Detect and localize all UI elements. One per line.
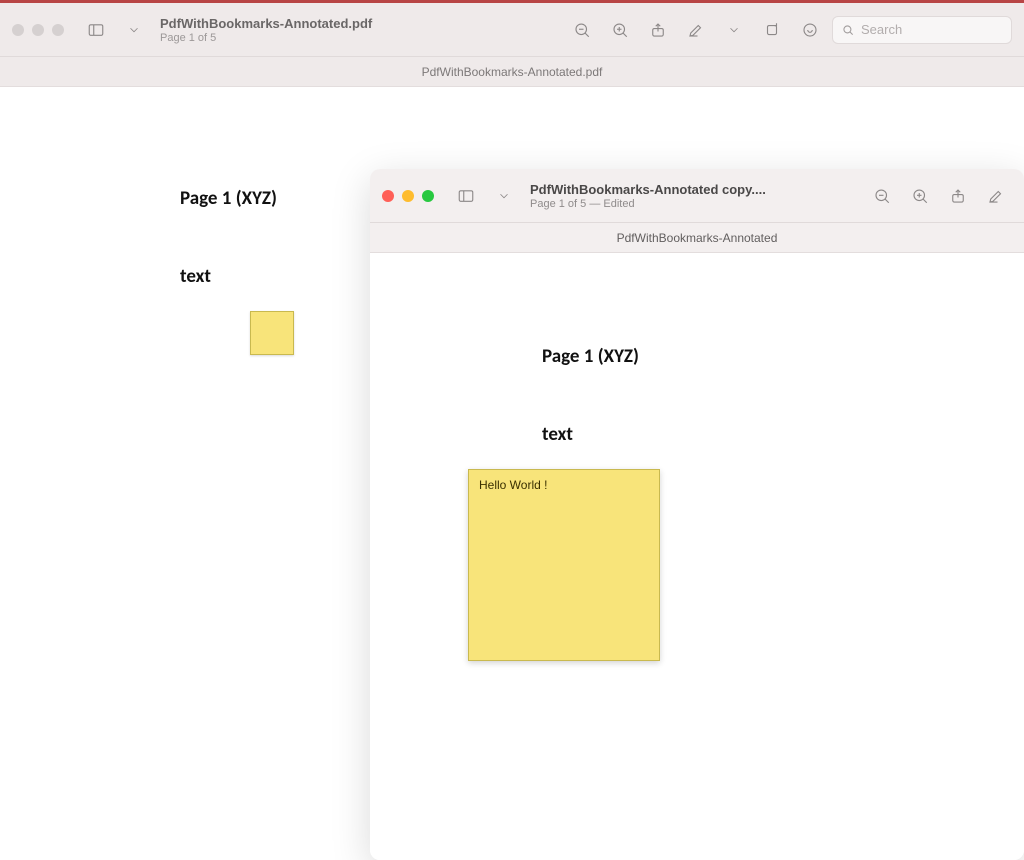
zoom-dot-icon[interactable] (52, 24, 64, 36)
sidebar-toggle-button[interactable] (450, 181, 482, 211)
page-indicator: Page 1 of 5 (160, 32, 372, 44)
markup-button[interactable] (680, 15, 712, 45)
toolbar: PdfWithBookmarks-Annotated.pdf Page 1 of… (0, 3, 1024, 57)
zoom-out-button[interactable] (866, 181, 898, 211)
toolbar-right (566, 15, 1012, 45)
page-heading: Page 1 (XYZ) (180, 187, 277, 210)
page-body-text: text (542, 423, 573, 446)
rotate-button[interactable] (756, 15, 788, 45)
window-title-block: PdfWithBookmarks-Annotated copy.... Page… (530, 182, 766, 210)
page-heading: Page 1 (XYZ) (542, 345, 639, 368)
toolbar-right (866, 181, 1012, 211)
traffic-lights (382, 190, 434, 202)
sidebar-toggle-button[interactable] (80, 15, 112, 45)
minimize-dot-icon[interactable] (402, 190, 414, 202)
zoom-in-button[interactable] (604, 15, 636, 45)
close-dot-icon[interactable] (12, 24, 24, 36)
markup-menu-chevron-icon[interactable] (718, 15, 750, 45)
share-button[interactable] (642, 15, 674, 45)
search-input[interactable] (861, 22, 1001, 37)
markup-button[interactable] (980, 181, 1012, 211)
tab-label[interactable]: PdfWithBookmarks-Annotated (617, 231, 778, 245)
sticky-note-annotation[interactable] (250, 311, 294, 355)
search-field[interactable] (832, 16, 1012, 44)
preview-window-front: PdfWithBookmarks-Annotated copy.... Page… (370, 169, 1024, 860)
sidebar-menu-chevron-icon[interactable] (118, 15, 150, 45)
page-indicator: Page 1 of 5 — Edited (530, 198, 766, 210)
window-title: PdfWithBookmarks-Annotated copy.... (530, 182, 766, 197)
tab-label[interactable]: PdfWithBookmarks-Annotated.pdf (422, 65, 603, 79)
sticky-note-annotation[interactable]: Hello World ! (468, 469, 660, 661)
highlight-button[interactable] (794, 15, 826, 45)
window-title: PdfWithBookmarks-Annotated.pdf (160, 16, 372, 31)
zoom-in-button[interactable] (904, 181, 936, 211)
page-body-text: text (180, 265, 211, 288)
toolbar: PdfWithBookmarks-Annotated copy.... Page… (370, 169, 1024, 223)
sticky-note-text: Hello World ! (479, 478, 547, 492)
tab-bar: PdfWithBookmarks-Annotated (370, 223, 1024, 253)
sidebar-menu-chevron-icon[interactable] (488, 181, 520, 211)
tab-bar: PdfWithBookmarks-Annotated.pdf (0, 57, 1024, 87)
minimize-dot-icon[interactable] (32, 24, 44, 36)
zoom-out-button[interactable] (566, 15, 598, 45)
pdf-page: Page 1 (XYZ) text Hello World ! (370, 253, 1024, 860)
traffic-lights (12, 24, 64, 36)
share-button[interactable] (942, 181, 974, 211)
document-viewport[interactable]: Page 1 (XYZ) text Hello World ! (370, 253, 1024, 860)
zoom-dot-icon[interactable] (422, 190, 434, 202)
search-icon (841, 23, 855, 37)
window-title-block: PdfWithBookmarks-Annotated.pdf Page 1 of… (160, 16, 372, 44)
close-dot-icon[interactable] (382, 190, 394, 202)
